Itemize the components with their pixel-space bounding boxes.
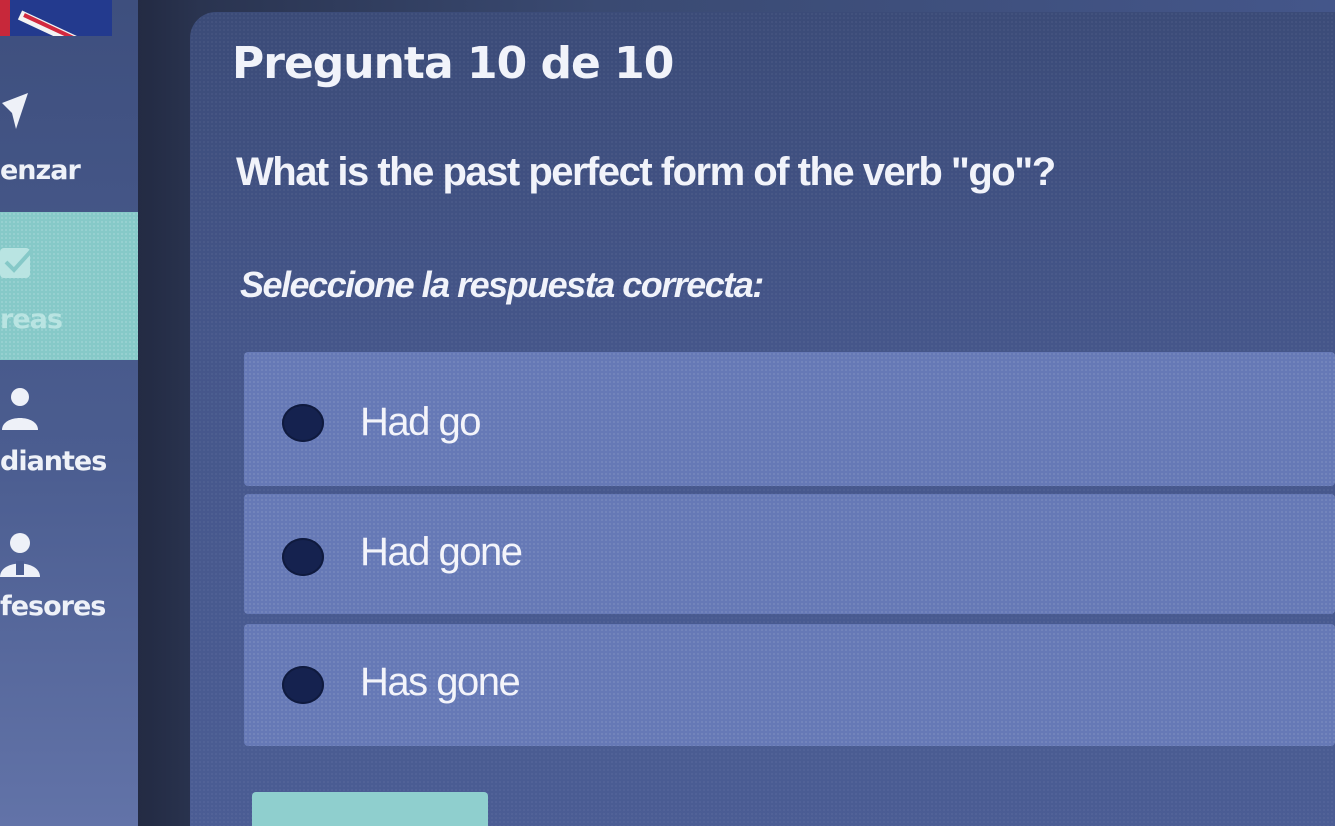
submit-button[interactable] bbox=[252, 792, 488, 826]
answer-option-label: Had go bbox=[360, 400, 481, 444]
sidebar-item-start[interactable]: enzar bbox=[0, 85, 138, 195]
uk-flag-icon[interactable] bbox=[0, 0, 112, 36]
radio-button[interactable] bbox=[282, 538, 324, 576]
sidebar-item-label: diantes bbox=[0, 446, 107, 477]
sidebar-item-tasks[interactable]: reas bbox=[0, 212, 138, 360]
answer-option[interactable]: Has gone bbox=[244, 624, 1335, 746]
screen: enzar reas diantes fesores Pregunta 10 d… bbox=[0, 0, 1335, 826]
question-instruction: Seleccione la respuesta correcta: bbox=[240, 264, 764, 305]
answer-option-label: Has gone bbox=[360, 660, 521, 704]
check-icon bbox=[0, 248, 34, 278]
answer-option[interactable]: Had go bbox=[244, 352, 1335, 486]
question-text: What is the past perfect form of the ver… bbox=[236, 150, 1056, 194]
user-icon bbox=[2, 388, 38, 430]
paper-plane-icon bbox=[2, 93, 28, 129]
sidebar-item-label: reas bbox=[0, 304, 63, 335]
sidebar-item-label: enzar bbox=[0, 155, 81, 186]
sidebar-item-teachers[interactable]: fesores bbox=[0, 525, 138, 625]
question-title: Pregunta 10 de 10 bbox=[232, 38, 674, 89]
radio-button[interactable] bbox=[282, 666, 324, 704]
sidebar-item-label: fesores bbox=[0, 591, 106, 622]
teacher-icon bbox=[0, 533, 40, 577]
answer-option[interactable]: Had gone bbox=[244, 494, 1335, 614]
sidebar-item-students[interactable]: diantes bbox=[0, 380, 138, 480]
answer-option-label: Had gone bbox=[360, 530, 523, 574]
radio-button[interactable] bbox=[282, 404, 324, 442]
sidebar: enzar reas diantes fesores bbox=[0, 0, 138, 826]
